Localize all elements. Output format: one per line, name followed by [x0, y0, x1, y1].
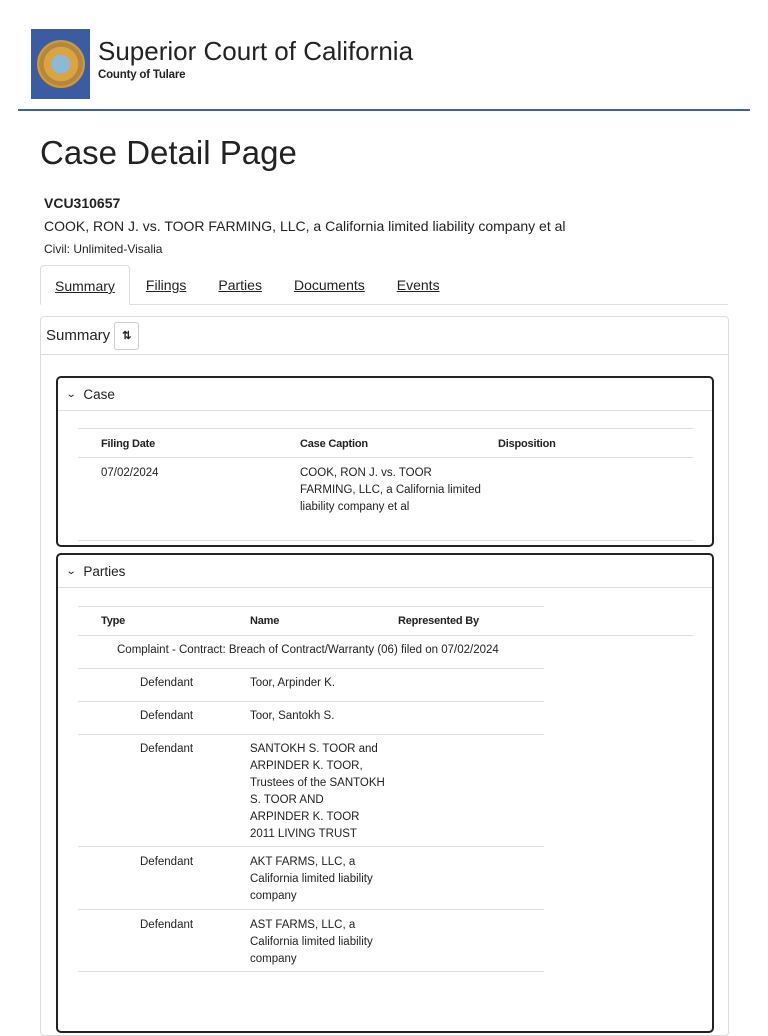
case-panel: ⌄ Case Filing Date Case Caption Dispositi… — [56, 376, 714, 547]
chevron-down-icon: ⌄ — [65, 565, 77, 577]
filing-date: 07/02/2024 — [101, 467, 159, 479]
party-type: Defendant — [140, 856, 194, 868]
party-name: AKT FARMS, LLC, a California limited lia… — [250, 856, 373, 902]
party-name: SANTOKH S. TOOR and ARPINDER K. TOOR, Tr… — [250, 743, 385, 840]
parties-panel-toggle[interactable]: ⌄ Parties — [58, 555, 712, 588]
case-panel-toggle[interactable]: ⌄ Case — [58, 378, 712, 411]
case-caption: COOK, RON J. vs. TOOR FARMING, LLC, a Ca… — [44, 218, 566, 234]
header-divider — [18, 109, 750, 111]
parties-panel: ⌄ Parties Type Name Represented By Compla… — [56, 553, 714, 1033]
party-name: Toor, Santokh S. — [250, 710, 335, 722]
tab-events[interactable]: Events — [381, 265, 456, 305]
party-type: Defendant — [140, 743, 194, 755]
party-name: Toor, Arpinder K. — [250, 677, 336, 689]
site-subtitle: County of Tulare — [98, 69, 186, 81]
party-type: Defendant — [140, 677, 194, 689]
col-type: Type — [101, 615, 126, 627]
site-title: Superior Court of California — [98, 36, 414, 66]
col-name: Name — [250, 615, 280, 627]
swap-icon[interactable]: ⇅ — [114, 321, 140, 350]
col-case-caption: Case Caption — [300, 438, 368, 450]
parties-panel-title: Parties — [83, 563, 126, 579]
summary-title: Summary — [46, 327, 111, 344]
case-number: VCU310657 — [44, 195, 121, 211]
col-represented-by: Represented By — [398, 615, 479, 627]
case-panel-title: Case — [83, 386, 115, 402]
party-type: Defendant — [140, 710, 194, 722]
chevron-down-icon: ⌄ — [65, 388, 77, 400]
tab-documents[interactable]: Documents — [278, 265, 381, 305]
case-tabs: Summary Filings Parties Documents Events — [40, 265, 728, 305]
case-type: Civil: Unlimited-Visalia — [44, 242, 163, 256]
page-title: Case Detail Page — [40, 134, 297, 171]
tab-summary[interactable]: Summary — [40, 265, 130, 305]
tab-parties[interactable]: Parties — [202, 265, 278, 305]
filing-group-row: Complaint - Contract: Breach of Contract… — [117, 644, 499, 656]
party-type: Defendant — [140, 919, 194, 931]
col-filing-date: Filing Date — [101, 438, 156, 450]
col-disposition: Disposition — [498, 438, 556, 450]
tab-filings[interactable]: Filings — [130, 265, 202, 305]
party-name: AST FARMS, LLC, a California limited lia… — [250, 919, 373, 965]
case-caption-cell: COOK, RON J. vs. TOOR FARMING, LLC, a Ca… — [300, 467, 481, 513]
court-seal-logo — [31, 29, 90, 99]
